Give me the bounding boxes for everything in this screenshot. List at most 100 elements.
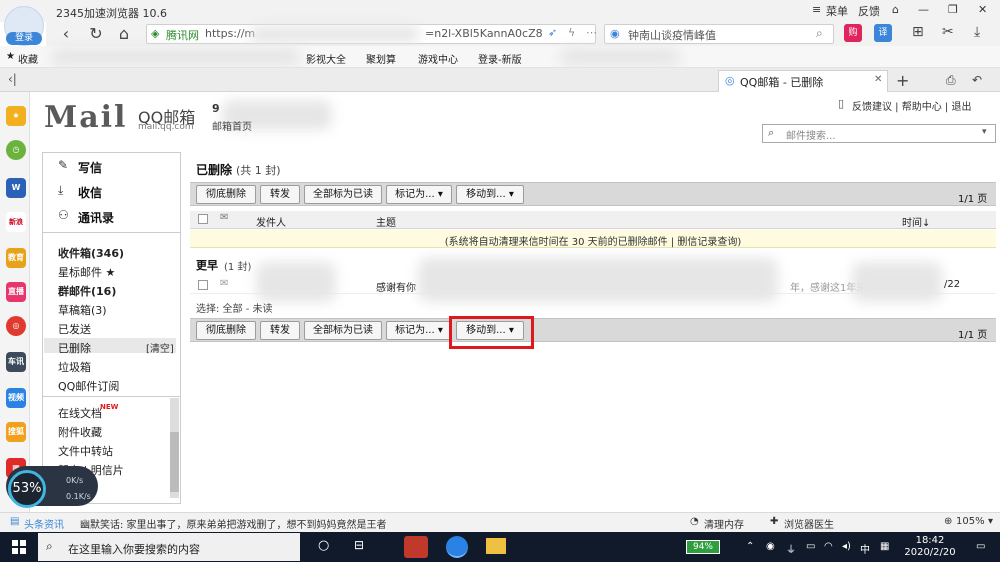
attachment-favorites-link[interactable]: 附件收藏: [58, 424, 102, 440]
joke-ticker[interactable]: 幽默笑话: 家里出事了，原来弟弟把游戏删了，想不到妈妈竟然是王者: [80, 516, 387, 531]
word-icon[interactable]: W: [6, 178, 26, 198]
folder-subscriptions[interactable]: QQ邮件订阅: [58, 378, 119, 394]
search-icon[interactable]: ⌕: [816, 26, 823, 41]
windows-start-icon[interactable]: [12, 540, 26, 554]
search-engine-icon[interactable]: ◉: [610, 27, 620, 40]
top-links[interactable]: 反馈建议 | 帮助中心 | 退出: [852, 98, 971, 113]
phoenix-icon[interactable]: ◎: [6, 316, 26, 336]
contacts-button[interactable]: 通讯录: [78, 209, 114, 226]
history-icon[interactable]: ◷: [6, 140, 26, 160]
folder-inbox[interactable]: 收件箱(346): [58, 245, 124, 261]
zoom-level[interactable]: 105%: [956, 516, 985, 527]
row-checkbox[interactable]: [198, 280, 208, 290]
ime-mode-icon[interactable]: ▦: [880, 541, 889, 552]
bookmark-juhuasuan[interactable]: 聚划算: [366, 51, 396, 66]
skin-icon[interactable]: ⌂: [892, 3, 899, 16]
column-subject[interactable]: 主题: [376, 214, 396, 229]
group-count[interactable]: (1 封): [224, 258, 251, 273]
news-label[interactable]: 头条资讯: [24, 516, 64, 531]
video-icon[interactable]: 视频: [6, 388, 26, 408]
translate-icon[interactable]: 译: [874, 24, 892, 42]
receive-button[interactable]: 收信: [78, 184, 102, 201]
task-view-icon[interactable]: ⊟: [354, 538, 364, 552]
bookmark-games[interactable]: 游戏中心: [418, 51, 458, 66]
menu-button[interactable]: 菜单: [826, 3, 848, 19]
battery-indicator[interactable]: 94%: [686, 540, 720, 554]
wifi-icon[interactable]: ◠: [824, 541, 833, 552]
taskbar-app-icon[interactable]: [404, 536, 428, 558]
bookmark-favorites[interactable]: 收藏: [18, 51, 38, 66]
network-icon[interactable]: ▭: [806, 541, 815, 552]
minimize-button[interactable]: —: [918, 3, 929, 16]
apps-grid-icon[interactable]: ⊞: [912, 24, 924, 40]
login-button[interactable]: 登录: [6, 32, 42, 45]
tab-close-icon[interactable]: ✕: [874, 74, 882, 85]
favorites-star-icon[interactable]: ★: [6, 51, 15, 62]
back-icon[interactable]: ‹: [56, 24, 76, 44]
mail-search-icon[interactable]: ⌕: [768, 126, 774, 140]
sidebar-toggle-icon[interactable]: ‹|: [8, 72, 17, 86]
mark-all-read-button[interactable]: 全部标为已读: [304, 185, 382, 204]
rocket-icon[interactable]: ➶: [548, 26, 557, 39]
file-explorer-icon[interactable]: [486, 538, 506, 554]
clean-memory-button[interactable]: 清理内存: [704, 516, 744, 531]
column-sender[interactable]: 发件人: [256, 214, 286, 229]
taskbar-clock[interactable]: 18:42 2020/2/20: [904, 535, 956, 559]
undo-close-icon[interactable]: ↶: [972, 73, 982, 87]
education-icon[interactable]: 教育: [6, 248, 26, 268]
clear-trash-link[interactable]: [清空]: [146, 340, 174, 355]
car-news-icon[interactable]: 车讯: [6, 352, 26, 372]
folder-deleted[interactable]: 已删除: [58, 340, 91, 356]
mail-search-dropdown-icon[interactable]: ▾: [982, 127, 987, 137]
maximize-button[interactable]: ❐: [948, 3, 958, 16]
mark-all-read-button-bottom[interactable]: 全部标为已读: [304, 321, 382, 340]
cortana-icon[interactable]: ○: [318, 538, 329, 553]
select-all-checkbox[interactable]: [198, 214, 208, 224]
new-tab-icon[interactable]: +: [896, 71, 909, 90]
taskbar-browser-icon[interactable]: [446, 536, 468, 558]
forward-button[interactable]: 转发: [260, 185, 300, 204]
forward-button-bottom[interactable]: 转发: [260, 321, 300, 340]
folder-group[interactable]: 群邮件(16): [58, 283, 116, 299]
mark-as-button-bottom[interactable]: 标记为... ▾: [386, 321, 452, 340]
write-button[interactable]: 写信: [78, 159, 102, 176]
left-panel-scroll-thumb[interactable]: [170, 432, 179, 492]
zoom-dropdown-icon[interactable]: ▾: [988, 516, 993, 527]
volume-icon[interactable]: ◂): [842, 541, 851, 552]
tray-usb-icon[interactable]: ⏚: [786, 541, 796, 556]
ime-indicator[interactable]: 中: [860, 541, 870, 556]
refresh-icon[interactable]: ↻: [86, 24, 106, 44]
folder-starred[interactable]: 星标邮件 ★: [58, 264, 115, 280]
restore-tab-icon[interactable]: ⎙: [946, 73, 956, 88]
mail-home-link[interactable]: 邮箱首页: [212, 118, 252, 133]
home-icon[interactable]: ⌂: [114, 24, 134, 44]
close-button[interactable]: ✕: [978, 3, 987, 16]
mail-logo[interactable]: Mail: [44, 100, 127, 135]
online-docs-link[interactable]: 在线文档: [58, 405, 102, 421]
folder-spam[interactable]: 垃圾箱: [58, 359, 91, 375]
shopping-icon[interactable]: 购: [844, 24, 862, 42]
bookmark-video[interactable]: 影视大全: [306, 51, 346, 66]
download-icon[interactable]: ⤓: [974, 24, 980, 40]
live-icon[interactable]: 直播: [6, 282, 26, 302]
sina-icon[interactable]: 新浪: [6, 212, 26, 232]
delete-forever-button-bottom[interactable]: 彻底删除: [196, 321, 256, 340]
notification-icon[interactable]: ▭: [976, 541, 985, 552]
delete-forever-button[interactable]: 彻底删除: [196, 185, 256, 204]
tray-expand-icon[interactable]: ⌃: [746, 541, 754, 552]
sohu-icon[interactable]: 搜狐: [6, 422, 26, 442]
move-to-button[interactable]: 移动到... ▾: [456, 185, 524, 204]
page-menu-icon[interactable]: ⋯: [586, 26, 597, 39]
row-subject[interactable]: 感谢有你: [376, 279, 416, 294]
column-time[interactable]: 时间↓: [902, 214, 930, 229]
folder-drafts[interactable]: 草稿箱(3): [58, 302, 107, 318]
phone-icon[interactable]: ▯: [838, 97, 844, 110]
file-transfer-link[interactable]: 文件中转站: [58, 443, 113, 459]
scissors-icon[interactable]: ✂: [942, 24, 954, 40]
flash-icon[interactable]: ϟ: [568, 26, 575, 39]
mark-as-button[interactable]: 标记为... ▾: [386, 185, 452, 204]
menu-icon[interactable]: ≡: [812, 3, 821, 16]
favorites-icon[interactable]: ★: [6, 106, 26, 126]
folder-sent[interactable]: 已发送: [58, 321, 91, 337]
browser-doctor-button[interactable]: 浏览器医生: [784, 516, 834, 531]
